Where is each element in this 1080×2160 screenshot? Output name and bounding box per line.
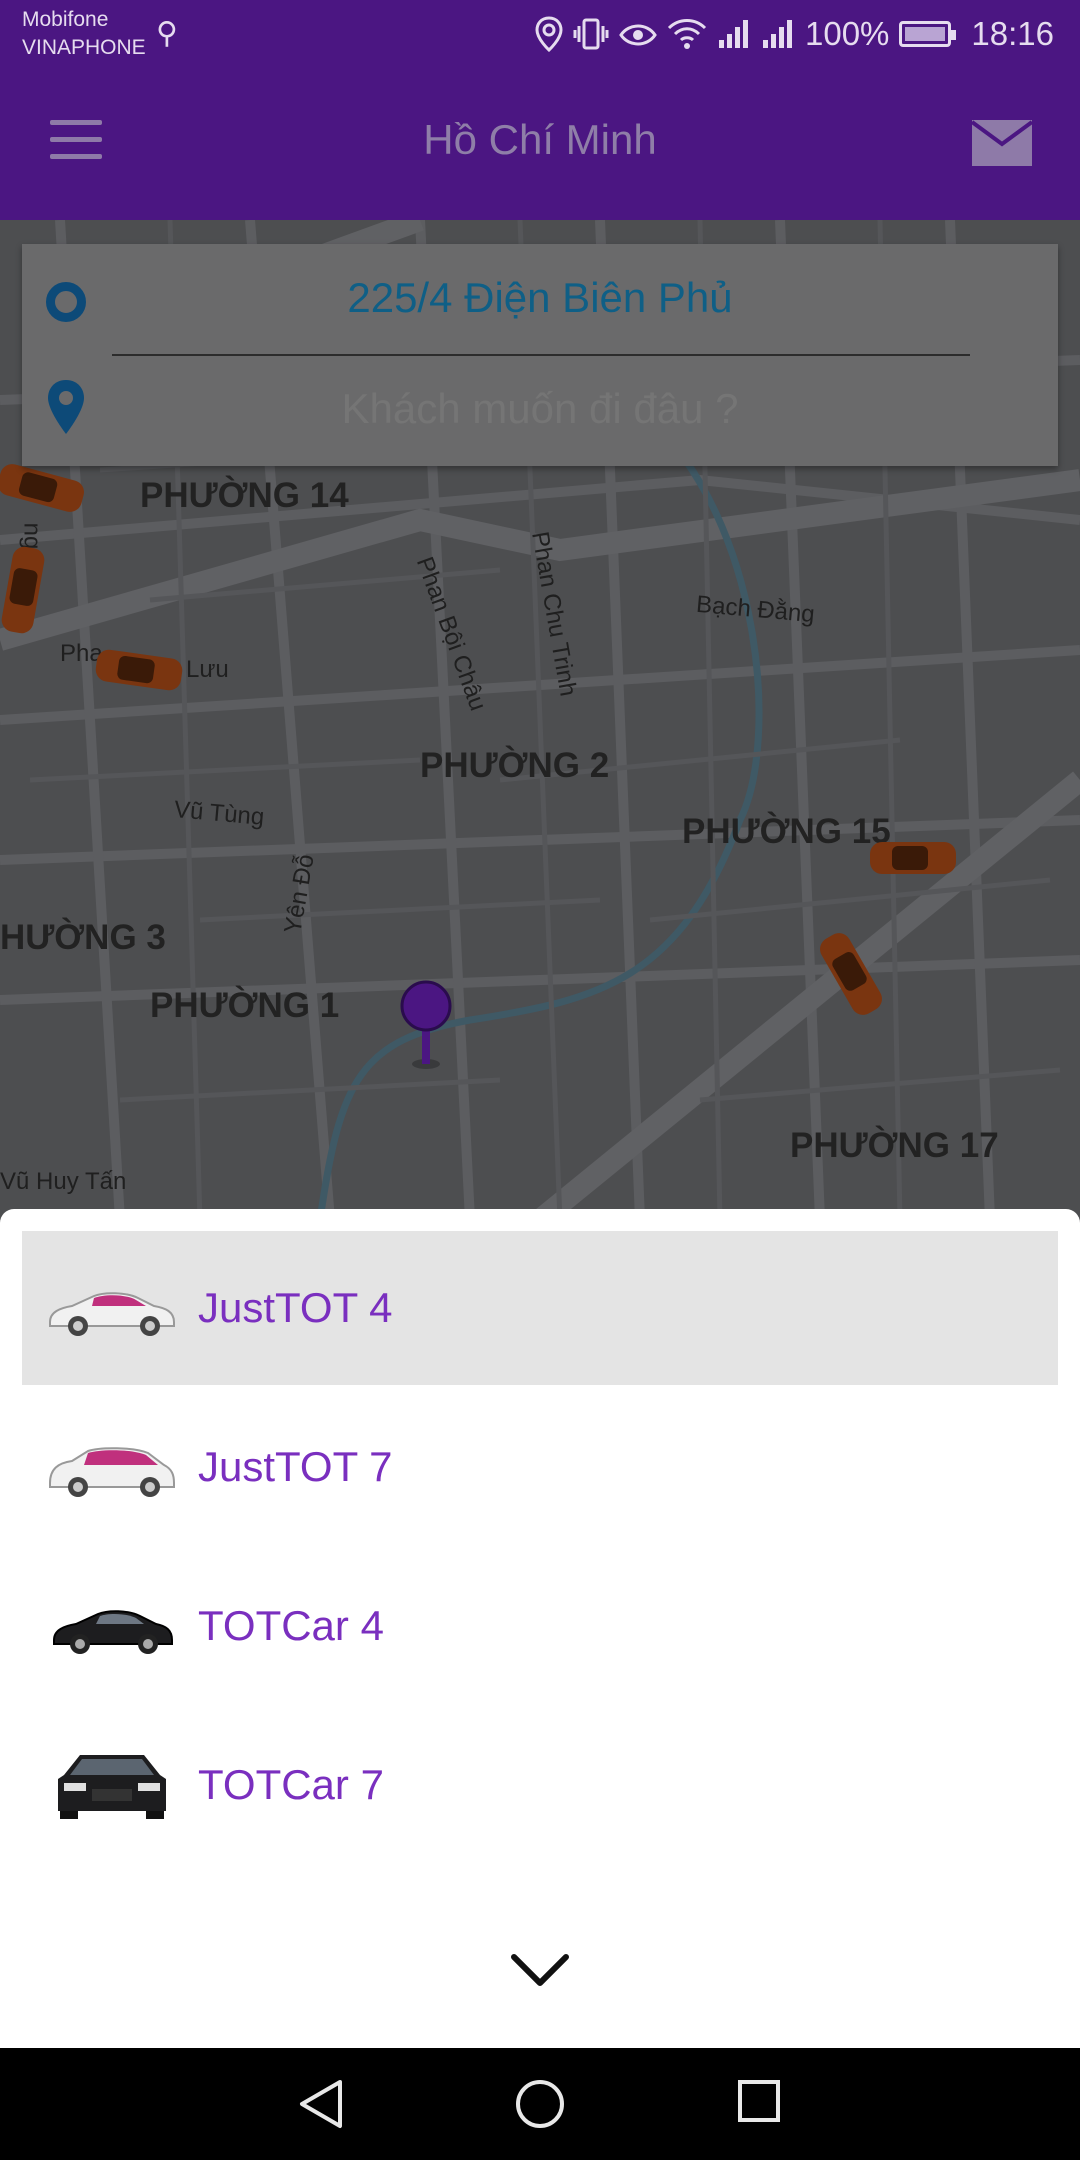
destination-marker-icon xyxy=(48,380,84,434)
black-suv-front-icon xyxy=(58,1755,166,1819)
sedan-car-icon xyxy=(49,1292,175,1336)
signal-icon-1 xyxy=(719,20,748,48)
vehicle-option-totcar-7[interactable]: TOTCar 7 xyxy=(22,1708,1058,1862)
chevron-down-icon[interactable] xyxy=(510,1951,570,1991)
usb-icon: ⚲ xyxy=(156,17,178,50)
home-icon[interactable] xyxy=(514,2078,566,2130)
vehicle-label: TOTCar 7 xyxy=(198,1761,384,1808)
status-icons: 100% 18:16 xyxy=(535,12,1054,56)
destination-input[interactable] xyxy=(112,384,968,434)
district-label: PHƯỜNG 17 xyxy=(790,1126,999,1165)
vehicle-sheet: JustTOT 4 JustTOT 7 TOTCar 4 TOTCar 7 xyxy=(0,1209,1080,2048)
recents-icon[interactable] xyxy=(736,2078,782,2124)
battery-percent: 100% xyxy=(805,15,890,52)
signal-icon-2 xyxy=(763,20,792,48)
status-bar: Mobifone VINAPHONE ⚲ 100% 18:16 xyxy=(0,0,1080,68)
carrier-2: VINAPHONE xyxy=(22,36,146,59)
city-title[interactable]: Hồ Chí Minh xyxy=(0,116,1080,164)
minivan-car-icon xyxy=(49,1447,175,1497)
clock: 18:16 xyxy=(971,15,1054,52)
divider xyxy=(112,354,970,356)
mail-icon[interactable] xyxy=(970,118,1034,168)
vehicle-option-totcar-4[interactable]: TOTCar 4 xyxy=(22,1549,1058,1703)
screen: Mobifone VINAPHONE ⚲ 100% 18:16 Hồ Chí M… xyxy=(0,0,1080,2160)
vehicle-label: JustTOT 7 xyxy=(198,1443,393,1490)
street-label: Lưu xyxy=(186,656,229,683)
vehicle-label: JustTOT 4 xyxy=(198,1284,393,1331)
district-label: HƯỜNG 3 xyxy=(0,918,166,957)
toolbar: Hồ Chí Minh xyxy=(0,68,1080,220)
black-sedan-icon xyxy=(53,1610,173,1654)
location-pin-icon xyxy=(400,980,452,1069)
vehicle-option-justtot-4[interactable]: JustTOT 4 xyxy=(22,1231,1058,1385)
carrier-info: Mobifone VINAPHONE xyxy=(22,6,146,62)
location-icon xyxy=(535,16,563,52)
navigation-bar xyxy=(0,2048,1080,2160)
battery-icon xyxy=(899,21,957,47)
district-label: PHƯỜNG 15 xyxy=(682,812,891,851)
carrier-1: Mobifone xyxy=(22,8,109,31)
back-icon[interactable] xyxy=(296,2078,346,2130)
district-label: PHƯỜNG 1 xyxy=(150,986,340,1025)
street-label: Vũ Huy Tấn xyxy=(0,1168,127,1195)
pickup-point-icon xyxy=(46,282,86,322)
vehicle-label: TOTCar 4 xyxy=(198,1602,384,1649)
wifi-icon xyxy=(667,19,707,49)
district-label: PHƯỜNG 14 xyxy=(140,476,349,515)
eye-comfort-icon xyxy=(619,24,657,46)
taxi-marker xyxy=(870,842,956,874)
vehicle-option-justtot-7[interactable]: JustTOT 7 xyxy=(22,1390,1058,1544)
address-card: 225/4 Điện Biên Phủ xyxy=(22,244,1058,466)
vibrate-icon xyxy=(573,18,609,50)
district-label: PHƯỜNG 2 xyxy=(420,746,610,785)
pickup-address[interactable]: 225/4 Điện Biên Phủ xyxy=(112,274,968,322)
